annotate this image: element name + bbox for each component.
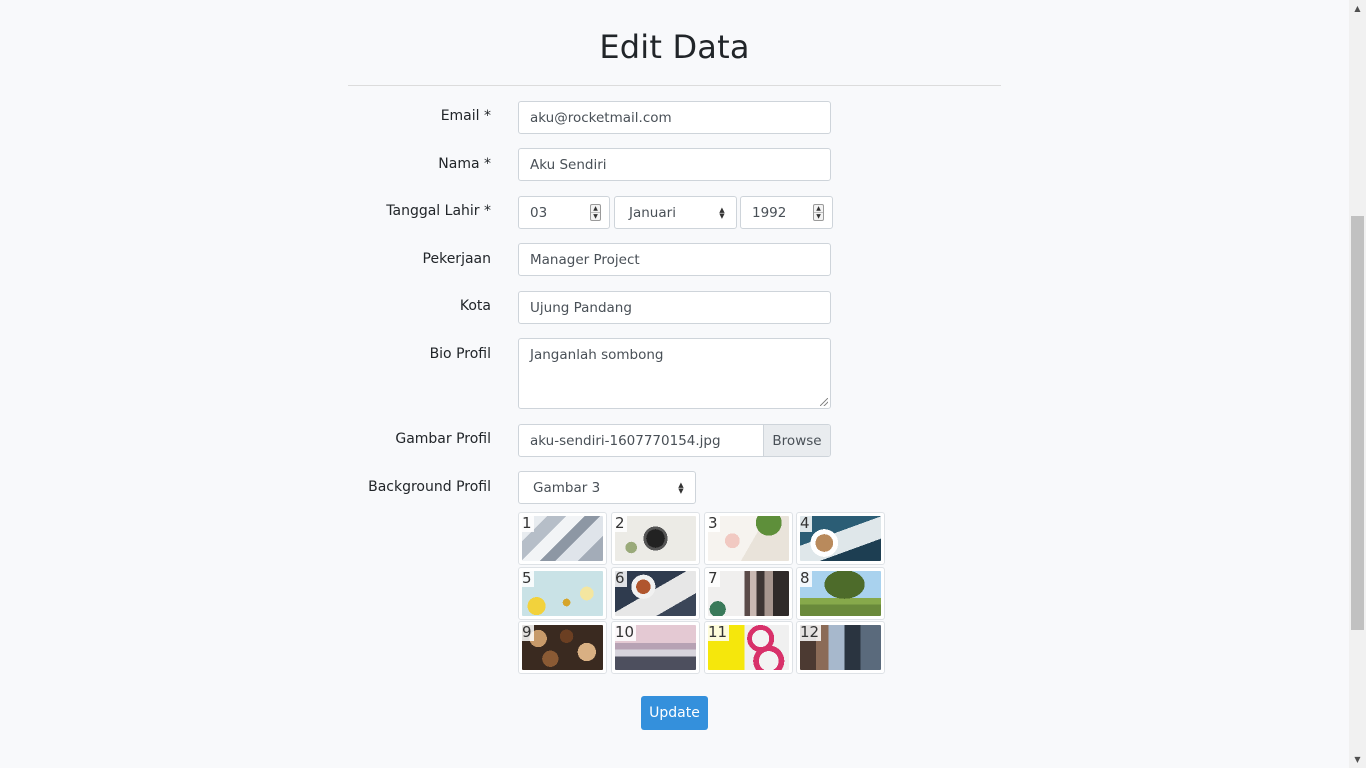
thumb-number: 8: [798, 569, 812, 587]
file-input[interactable]: aku-sendiri-1607770154.jpg Browse: [518, 424, 831, 457]
month-value: Januari: [629, 204, 676, 221]
update-button[interactable]: Update: [641, 696, 708, 730]
nama-field[interactable]: Aku Sendiri: [518, 148, 831, 181]
page-scrollbar[interactable]: ▲ ▼: [1349, 0, 1366, 768]
background-thumb-10[interactable]: 10: [611, 621, 700, 674]
thumb-image: [708, 571, 789, 616]
month-select[interactable]: Januari ▲ ▼: [614, 196, 737, 229]
thumb-number: 3: [706, 514, 720, 532]
thumb-number: 11: [706, 623, 730, 641]
thumb-number: 1: [520, 514, 534, 532]
year-spinner-icon[interactable]: ▲ ▼: [813, 204, 824, 221]
background-thumb-12[interactable]: 12: [796, 621, 885, 674]
background-thumb-1[interactable]: 1: [518, 512, 607, 565]
background-thumb-5[interactable]: 5: [518, 567, 607, 620]
pekerjaan-field[interactable]: Manager Project: [518, 243, 831, 276]
bio-value: Janganlah sombong: [530, 347, 664, 363]
thumb-image: [522, 625, 603, 670]
email-field[interactable]: aku@rocketmail.com: [518, 101, 831, 134]
background-label: Background Profil: [368, 479, 491, 495]
background-thumb-9[interactable]: 9: [518, 621, 607, 674]
pekerjaan-label: Pekerjaan: [422, 251, 491, 267]
thumb-number: 9: [520, 623, 534, 641]
year-stepper[interactable]: 1992 ▲ ▼: [740, 196, 833, 229]
background-thumb-8[interactable]: 8: [796, 567, 885, 620]
bio-label: Bio Profil: [429, 346, 491, 362]
day-stepper[interactable]: 03 ▲ ▼: [518, 196, 610, 229]
background-thumb-3[interactable]: 3: [704, 512, 793, 565]
background-selected: Gambar 3: [533, 479, 601, 496]
background-thumb-2[interactable]: 2: [611, 512, 700, 565]
nama-label: Nama *: [438, 156, 491, 172]
select-arrows-icon: ▲ ▼: [678, 481, 684, 495]
thumb-number: 12: [798, 623, 822, 641]
email-value: aku@rocketmail.com: [530, 109, 672, 126]
thumb-image: [615, 571, 696, 616]
thumb-image: [522, 516, 603, 561]
thumb-number: 7: [706, 569, 720, 587]
page-title: Edit Data: [599, 28, 750, 66]
thumb-image: [522, 571, 603, 616]
year-value: 1992: [752, 204, 787, 221]
tanggal-lahir-label: Tanggal Lahir *: [386, 203, 491, 219]
gambar-label: Gambar Profil: [395, 431, 491, 447]
resize-grip-icon[interactable]: [820, 398, 828, 406]
scroll-down-icon[interactable]: ▼: [1349, 751, 1366, 768]
kota-label: Kota: [459, 298, 491, 314]
select-arrows-icon: ▲ ▼: [719, 206, 725, 220]
scrollbar-thumb[interactable]: [1351, 216, 1364, 630]
scroll-up-icon[interactable]: ▲: [1349, 0, 1366, 17]
background-thumb-11[interactable]: 11: [704, 621, 793, 674]
thumb-image: [800, 516, 881, 561]
thumb-number: 4: [798, 514, 812, 532]
background-thumb-4[interactable]: 4: [796, 512, 885, 565]
browse-button[interactable]: Browse: [763, 425, 830, 456]
thumb-image: [615, 516, 696, 561]
pekerjaan-value: Manager Project: [530, 251, 640, 268]
thumb-image: [800, 571, 881, 616]
thumb-number: 5: [520, 569, 534, 587]
thumb-image: [708, 516, 789, 561]
day-value: 03: [530, 204, 548, 221]
kota-field[interactable]: Ujung Pandang: [518, 291, 831, 324]
file-name: aku-sendiri-1607770154.jpg: [530, 432, 721, 449]
thumb-number: 6: [613, 569, 627, 587]
title-divider: [348, 85, 1001, 86]
background-thumb-6[interactable]: 6: [611, 567, 700, 620]
nama-value: Aku Sendiri: [530, 156, 607, 173]
bio-textarea[interactable]: Janganlah sombong: [518, 338, 831, 409]
thumb-number: 10: [613, 623, 637, 641]
day-spinner-icon[interactable]: ▲ ▼: [590, 204, 601, 221]
email-label: Email *: [440, 108, 491, 124]
background-select[interactable]: Gambar 3 ▲ ▼: [518, 471, 696, 504]
thumb-number: 2: [613, 514, 627, 532]
kota-value: Ujung Pandang: [530, 299, 632, 316]
background-thumb-7[interactable]: 7: [704, 567, 793, 620]
